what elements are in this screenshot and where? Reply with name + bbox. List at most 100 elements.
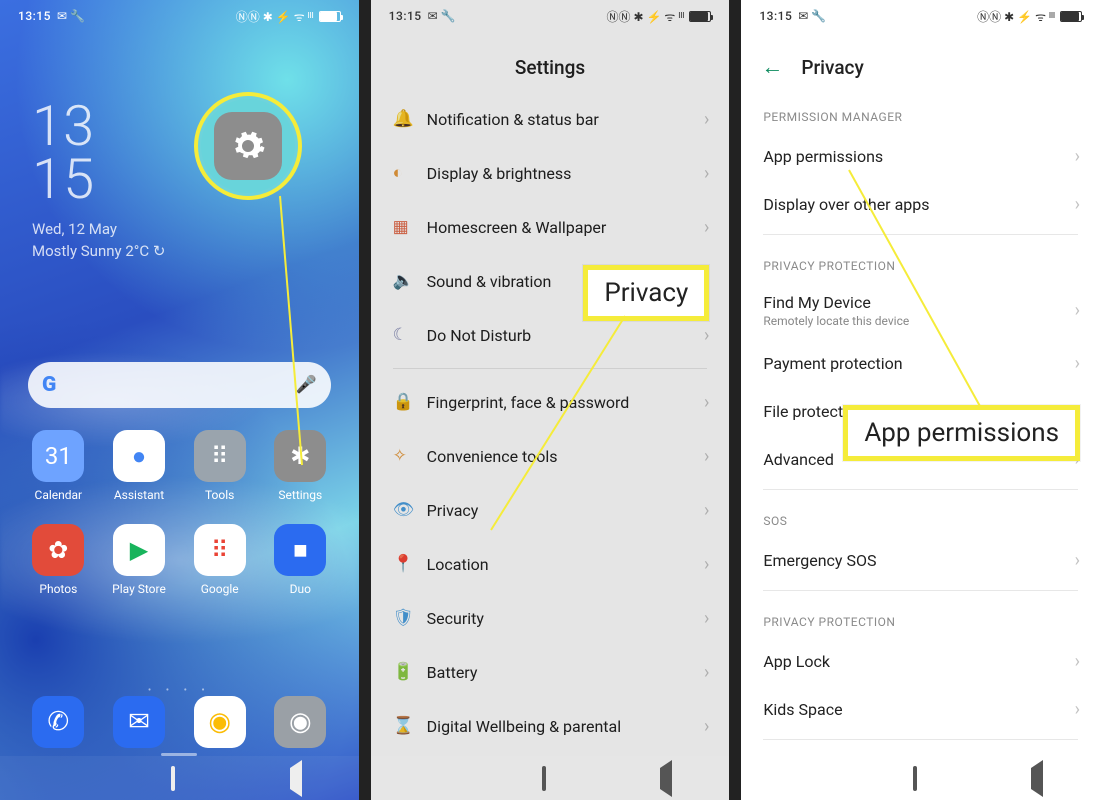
app-assistant[interactable]: ● Assistant bbox=[99, 430, 180, 502]
chevron-right-icon: › bbox=[1075, 194, 1080, 215]
app-tile: ✱ bbox=[274, 430, 326, 482]
app-label: Play Store bbox=[99, 582, 180, 596]
settings-row-privacy[interactable]: 👁Privacy› bbox=[371, 483, 730, 537]
nav-home-icon[interactable] bbox=[542, 768, 546, 789]
chevron-right-icon: › bbox=[704, 662, 709, 683]
settings-row-battery[interactable]: 🔋Battery› bbox=[371, 645, 730, 699]
nav-home-icon[interactable] bbox=[913, 768, 917, 789]
row-label: Display over other apps bbox=[763, 195, 1074, 214]
row-sublabel: Remotely locate this device bbox=[763, 314, 1074, 328]
settings-row-fingerprint,[interactable]: 🔒Fingerprint, face & password› bbox=[371, 375, 730, 429]
back-arrow-icon[interactable]: ← bbox=[761, 54, 783, 80]
row-label: Digital Wellbeing & parental bbox=[427, 717, 704, 736]
row-icon: 🔒 bbox=[393, 392, 427, 412]
date-text: Wed, 12 May bbox=[32, 220, 165, 238]
privacy-row-emergency-sos[interactable]: Emergency SOS› bbox=[741, 536, 1100, 584]
settings-row-security[interactable]: 🛡Security› bbox=[371, 591, 730, 645]
app-label: Tools bbox=[179, 488, 260, 502]
settings-row-digital[interactable]: ⌛Digital Wellbeing & parental› bbox=[371, 699, 730, 753]
app-settings[interactable]: ✱Settings bbox=[260, 430, 341, 502]
chevron-right-icon: › bbox=[704, 163, 709, 184]
dock-camera[interactable]: ◉ bbox=[260, 696, 341, 748]
settings-row-display[interactable]: ◐Display & brightness› bbox=[371, 146, 730, 200]
row-label: Security bbox=[427, 609, 704, 628]
privacy-row-app-permissions[interactable]: App permissions› bbox=[741, 132, 1100, 180]
privacy-title: Privacy bbox=[801, 56, 863, 79]
nav-bar[interactable] bbox=[0, 756, 359, 800]
app-tile: ◉ bbox=[274, 696, 326, 748]
privacy-row-app-lock[interactable]: App Lock› bbox=[741, 637, 1100, 685]
chevron-right-icon: › bbox=[704, 109, 709, 130]
google-search-bar[interactable]: G 🎤 bbox=[28, 362, 331, 408]
page-indicators: • • • • bbox=[0, 685, 359, 696]
app-duo[interactable]: ■Duo bbox=[260, 524, 341, 596]
privacy-row-payment-protection[interactable]: Payment protection› bbox=[741, 339, 1100, 387]
app-tile: ✉ bbox=[113, 696, 165, 748]
row-icon: 🔔 bbox=[393, 109, 427, 129]
nav-bar[interactable] bbox=[371, 756, 730, 800]
battery-icon bbox=[689, 11, 711, 22]
privacy-row-find-my-device[interactable]: Find My DeviceRemotely locate this devic… bbox=[741, 281, 1100, 339]
clock-widget[interactable]: 13 15 Wed, 12 May Mostly Sunny 2°C ↻ bbox=[32, 100, 165, 260]
app-tools[interactable]: ⠿Tools bbox=[179, 430, 260, 502]
nav-back-icon[interactable] bbox=[290, 768, 302, 789]
app-tile: 31 bbox=[32, 430, 84, 482]
app-label: Assistant bbox=[99, 488, 180, 502]
row-icon: ▦ bbox=[393, 217, 427, 237]
dock-messages[interactable]: ✉ bbox=[99, 696, 180, 748]
app-label: Google bbox=[179, 582, 260, 596]
app-google[interactable]: ⠿Google bbox=[179, 524, 260, 596]
nav-home-icon[interactable] bbox=[171, 768, 175, 789]
app-calendar[interactable]: 31 Calendar bbox=[18, 430, 99, 502]
settings-row-location[interactable]: 📍Location› bbox=[371, 537, 730, 591]
chevron-right-icon: › bbox=[704, 217, 709, 238]
app-tile: ◉ bbox=[194, 696, 246, 748]
settings-row-convenience[interactable]: ✧Convenience tools› bbox=[371, 429, 730, 483]
chevron-right-icon: › bbox=[704, 446, 709, 467]
clock-minute: 15 bbox=[32, 153, 165, 206]
dock-chrome[interactable]: ◉ bbox=[179, 696, 260, 748]
row-label: Homescreen & Wallpaper bbox=[427, 218, 704, 237]
section-head: PRIVACY PROTECTION bbox=[741, 597, 1100, 637]
app-tile: ■ bbox=[274, 524, 326, 576]
status-bar: 13:15 ✉ 🔧 ⓃⓃ ✱ ⚡ ᯤ ᴵᴵᴵ bbox=[741, 0, 1100, 32]
row-icon: ✧ bbox=[393, 446, 427, 466]
privacy-row-display-over-other-apps[interactable]: Display over other apps› bbox=[741, 180, 1100, 228]
weather-text: Mostly Sunny 2°C ↻ bbox=[32, 242, 165, 260]
nav-back-icon[interactable] bbox=[1031, 768, 1043, 789]
dock-phone[interactable]: ✆ bbox=[18, 696, 99, 748]
chevron-right-icon: › bbox=[704, 500, 709, 521]
callout-app-permissions: App permissions bbox=[843, 405, 1080, 461]
row-label: Do Not Disturb bbox=[427, 326, 704, 345]
status-time: 13:15 bbox=[18, 9, 51, 23]
row-icon: ◐ bbox=[393, 163, 427, 183]
app-photos[interactable]: ✿Photos bbox=[18, 524, 99, 596]
app-tile: ● bbox=[113, 430, 165, 482]
app-play-store[interactable]: ▶Play Store bbox=[99, 524, 180, 596]
row-icon: ⌛ bbox=[393, 716, 427, 736]
settings-row-homescreen[interactable]: ▦Homescreen & Wallpaper› bbox=[371, 200, 730, 254]
row-icon: 👁 bbox=[393, 500, 427, 520]
row-label: Location bbox=[427, 555, 704, 574]
row-label: Fingerprint, face & password bbox=[427, 393, 704, 412]
status-left-icons: ✉ 🔧 bbox=[57, 9, 85, 23]
chevron-right-icon: › bbox=[704, 716, 709, 737]
row-label: Convenience tools bbox=[427, 447, 704, 466]
chevron-right-icon: › bbox=[704, 392, 709, 413]
chevron-right-icon: › bbox=[704, 608, 709, 629]
app-label: Calendar bbox=[18, 488, 99, 502]
callout-privacy: Privacy bbox=[583, 265, 709, 321]
settings-screen: 13:15 ✉ 🔧 ⓃⓃ ✱ ⚡ ᯤ ᴵᴵᴵ Settings 🔔Notific… bbox=[359, 0, 730, 800]
nav-bar[interactable] bbox=[741, 756, 1100, 800]
privacy-row-kids-space[interactable]: Kids Space› bbox=[741, 685, 1100, 733]
app-tile: ✆ bbox=[32, 696, 84, 748]
settings-icon-highlighted[interactable] bbox=[194, 92, 302, 200]
section-head: SOS bbox=[741, 496, 1100, 536]
row-icon: 📍 bbox=[393, 554, 427, 574]
row-label: Emergency SOS bbox=[763, 551, 1074, 570]
settings-row-notification[interactable]: 🔔Notification & status bar› bbox=[371, 92, 730, 146]
mic-icon[interactable]: 🎤 bbox=[296, 375, 317, 395]
privacy-screen: 13:15 ✉ 🔧 ⓃⓃ ✱ ⚡ ᯤ ᴵᴵᴵ ← Privacy PERMISS… bbox=[729, 0, 1100, 800]
nav-back-icon[interactable] bbox=[660, 768, 672, 789]
row-label: Find My DeviceRemotely locate this devic… bbox=[763, 293, 1074, 328]
